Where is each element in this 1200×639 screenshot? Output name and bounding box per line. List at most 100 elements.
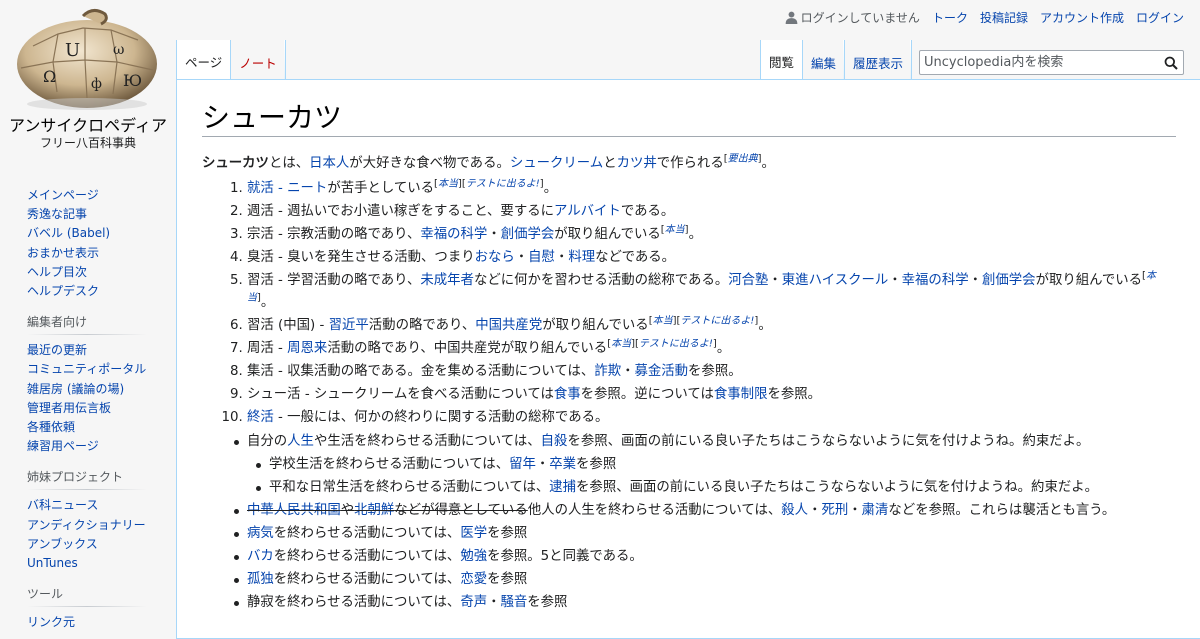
sidebar-item-what-links-here[interactable]: リンク元 [27,615,75,629]
tab-page-label: ページ [185,55,223,70]
text: ・ [554,250,569,266]
text: が苦手としている [327,180,435,196]
sidebar-item-sandbox[interactable]: 練習用ページ [27,439,99,453]
link[interactable]: 習近平 [329,318,369,333]
link[interactable]: 粛清 [862,503,889,518]
link[interactable]: バカ [247,549,274,564]
list-item: 静寂を終わらせる活動については、奇声・騒音を参照 [234,592,1176,613]
note-link[interactable]: テストに出るよ! [466,178,540,189]
link[interactable]: 料理 [568,250,595,265]
link[interactable]: 河合塾 [728,273,768,288]
link[interactable]: 終活 [247,410,274,425]
text: 学校生活を終わらせる活動については、 [269,456,510,472]
link[interactable]: 中華人民共和国 [247,503,341,518]
link[interactable]: 創価学会 [982,273,1036,288]
talk-link[interactable]: トーク [932,9,968,26]
link[interactable]: 食事 [554,387,581,402]
create-account-link[interactable]: アカウント作成 [1040,9,1124,26]
text: 週活 - 週払いでお小遣い稼ぎをすること、要するに [247,203,554,219]
link[interactable]: 医学 [460,526,487,541]
sidebar-item-unnews[interactable]: バ科ニュース [27,498,98,512]
link[interactable]: 恋愛 [460,572,487,587]
link[interactable]: 孤独 [247,572,274,587]
sidebar-item-village-pump[interactable]: 雑居房 (議論の場) [27,382,124,396]
link[interactable]: 逮捕 [549,480,576,495]
site-logo[interactable]: U ω Ω Ю ф アンサイクロペディア フリー八百科事典 [0,0,176,160]
link[interactable]: 食事制限 [714,387,768,402]
link[interactable]: 募金活動 [634,364,688,379]
sidebar-item-unbooks[interactable]: アンブックス [27,537,98,551]
sidebar-item-featured[interactable]: 秀逸な記事 [27,207,87,221]
link[interactable]: おなら [475,250,515,265]
text: を参照、画面の前にいる良い子たちはこうならないように気を付けようね。約束だよ。 [567,433,1090,449]
link[interactable]: 留年 [509,457,536,472]
note-link[interactable]: テストに出るよ! [639,339,713,350]
svg-text:Ω: Ω [43,67,56,86]
sidebar-item-community-portal[interactable]: コミュニティポータル [27,362,146,376]
tab-page[interactable]: ページ [176,40,232,80]
login-link[interactable]: ログイン [1136,9,1184,26]
note-link[interactable]: 本当 [611,339,631,350]
sidebar-item-main-page[interactable]: メインページ [27,188,99,202]
link[interactable]: 騒音 [500,595,527,610]
link[interactable]: 就活 [247,181,274,196]
note-link[interactable]: 本当 [665,225,685,236]
sidebar-item-help[interactable]: ヘルプ目次 [27,265,87,279]
sidebar-item-undictionary[interactable]: アンディクショナリー [27,518,146,532]
link[interactable]: アルバイト [554,204,621,219]
link-cream-puff[interactable]: シュークリーム [510,156,603,171]
text: が大好きな食べ物である。 [349,156,510,172]
link[interactable]: 死刑 [821,503,848,518]
link[interactable]: - [274,181,287,196]
link[interactable]: 詐欺 [594,364,621,379]
link[interactable]: 周恩来 [287,341,327,356]
link[interactable]: 人生 [287,434,314,449]
list-item: 週活 - 週払いでお小遣い稼ぎをすること、要するにアルバイトである。 [247,201,1176,222]
link[interactable]: 勉強 [460,549,487,564]
tab-read-label: 閲覧 [769,55,795,70]
sidebar-item-requests[interactable]: 各種依頼 [27,420,75,434]
link-japanese[interactable]: 日本人 [309,156,349,171]
text: 他人の人生を終わらせる活動については、 [527,502,782,518]
note-link[interactable]: 本当 [653,315,673,326]
link[interactable]: 卒業 [549,457,576,472]
link[interactable]: 殺人 [781,503,808,518]
tab-edit[interactable]: 編集 [803,40,846,80]
view-tabs: 閲覧 編集 履歴表示 [760,40,913,80]
contributions-link[interactable]: 投稿記録 [980,9,1028,26]
link-katsudon[interactable]: カツ丼 [617,156,657,171]
note-link[interactable]: 本当 [438,178,458,189]
link[interactable]: ニート [287,181,327,196]
text: ・ [514,250,529,266]
link[interactable]: 中国共産党 [475,318,542,333]
search-input[interactable] [920,51,1159,74]
link[interactable]: 病気 [247,526,274,541]
link[interactable]: 自慰 [528,250,555,265]
link[interactable]: 奇声 [460,595,487,610]
text: 活動の略であり、 [368,317,476,333]
bulleted-list: 自分の人生や生活を終わらせる活動については、自殺を参照、画面の前にいる良い子たち… [202,431,1176,614]
sidebar-item-random[interactable]: おまかせ表示 [27,246,99,260]
note-link[interactable]: テストに出るよ! [680,315,754,326]
link[interactable]: 創価学会 [501,227,555,242]
text: である。 [620,203,675,219]
tab-talk[interactable]: ノート [231,40,286,80]
text: 。 [761,156,775,172]
note: [本当][テストに出るよ!] [607,338,717,350]
tab-history[interactable]: 履歴表示 [845,40,913,80]
sidebar-item-untunes[interactable]: UnTunes [27,556,78,570]
sidebar-item-recent-changes[interactable]: 最近の更新 [27,343,87,357]
citation-needed-link[interactable]: 要出典 [728,154,758,165]
sidebar-item-babel[interactable]: バベル (Babel) [27,226,110,240]
link[interactable]: 東進ハイスクール [782,273,888,288]
search-button[interactable] [1159,51,1183,74]
link[interactable]: 北朝鮮 [354,503,394,518]
link[interactable]: 自殺 [541,434,568,449]
link[interactable]: 幸福の科学 [420,227,487,242]
tab-read[interactable]: 閲覧 [760,40,804,80]
sidebar-item-helpdesk[interactable]: ヘルプデスク [27,284,99,298]
sidebar-item-admin-board[interactable]: 管理者用伝言板 [27,401,111,415]
link[interactable]: 未成年者 [420,273,474,288]
sidebar-editors: 編集者向け 最近の更新 コミュニティポータル 雑居房 (議論の場) 管理者用伝言… [0,305,176,460]
link[interactable]: 幸福の科学 [902,273,969,288]
